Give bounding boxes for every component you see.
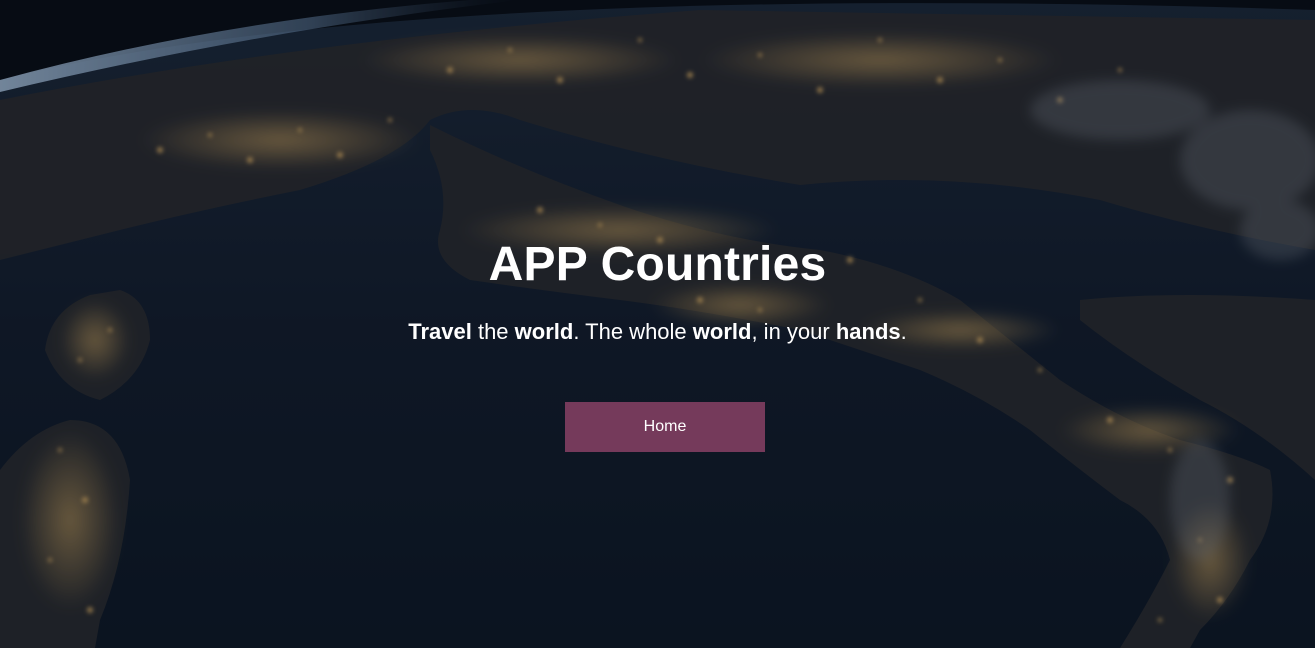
tagline-word-travel: Travel bbox=[408, 319, 472, 344]
home-button[interactable]: Home bbox=[565, 402, 765, 452]
hero-section: APP Countries Travel the world. The whol… bbox=[0, 0, 1315, 648]
tagline: Travel the world. The whole world, in yo… bbox=[0, 318, 1315, 346]
tagline-word-world-2: world bbox=[692, 319, 752, 344]
tagline-text-4: . bbox=[900, 319, 907, 344]
tagline-text-3: , in your bbox=[751, 319, 836, 344]
tagline-text-2: . The whole bbox=[573, 319, 693, 344]
tagline-word-world: world bbox=[514, 319, 574, 344]
tagline-word-hands: hands bbox=[835, 319, 901, 344]
hero-content: APP Countries Travel the world. The whol… bbox=[0, 0, 1315, 648]
page-title: APP Countries bbox=[488, 238, 827, 291]
tagline-text-1: the bbox=[471, 319, 515, 344]
